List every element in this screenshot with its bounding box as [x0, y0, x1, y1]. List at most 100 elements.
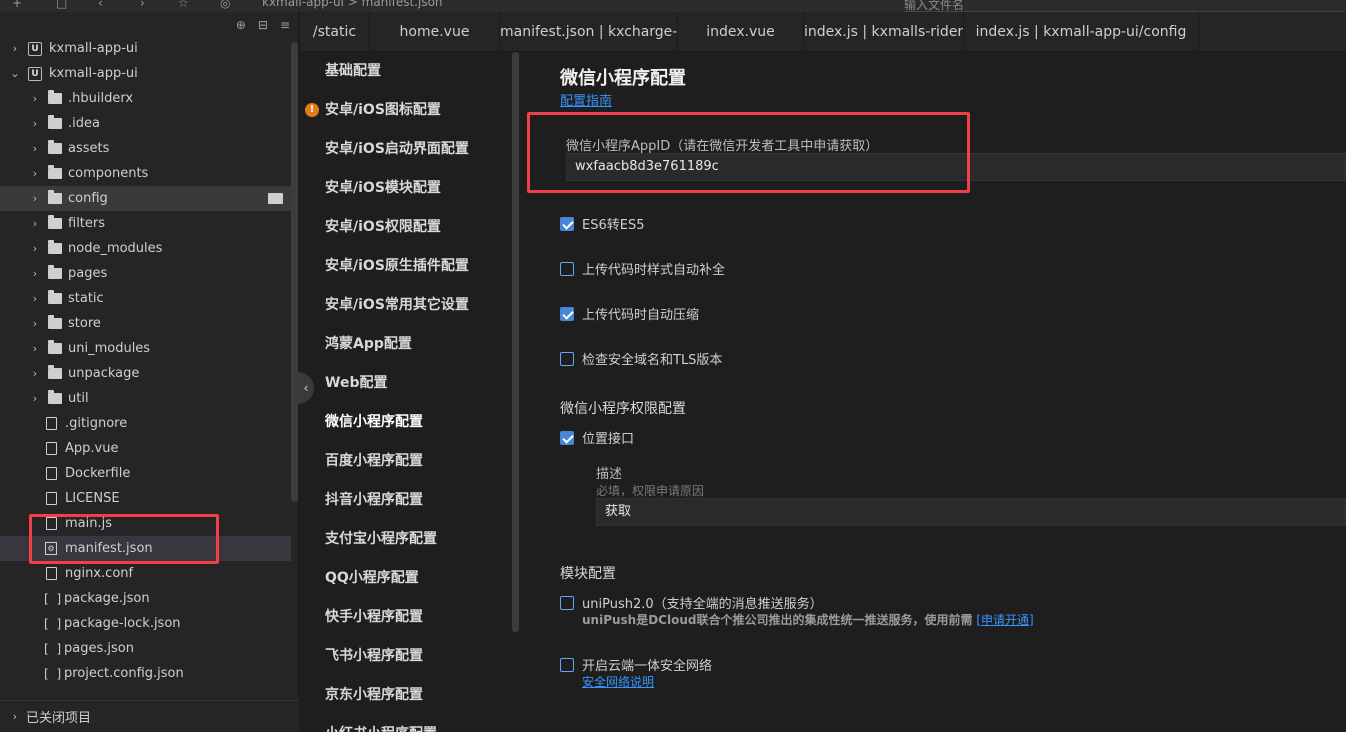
description-input[interactable]: 获取 [596, 498, 1346, 526]
tree-folder[interactable]: › util [0, 386, 291, 411]
tree-project[interactable]: › Ukxmall-app-ui [0, 36, 291, 61]
secure-network-link[interactable]: 安全网络说明 [582, 673, 654, 690]
postcss-checkbox[interactable] [560, 261, 574, 276]
settings-nav-item[interactable]: 抖音小程序配置 [300, 481, 520, 520]
run-icon[interactable]: ◎ [220, 0, 230, 10]
unipush-checkbox[interactable] [560, 595, 574, 610]
editor-tab[interactable]: /static [300, 12, 370, 52]
chevron-down-icon[interactable]: ⌄ [8, 67, 22, 80]
settings-nav-item[interactable]: Web配置 [300, 364, 520, 403]
settings-nav-label: 安卓/iOS权限配置 [325, 219, 441, 235]
editor-tab[interactable]: index.js | kxmall-app-ui/config [964, 12, 1199, 52]
chevron-right-icon[interactable]: › [28, 292, 42, 305]
tree-folder[interactable]: › static [0, 286, 291, 311]
tree-project[interactable]: ⌄ Ukxmall-app-ui [0, 61, 291, 86]
settings-nav-item[interactable]: 快手小程序配置 [300, 598, 520, 637]
forward-icon[interactable]: › [140, 0, 145, 10]
tree-file[interactable]: [ ] pages.json [0, 636, 291, 661]
settings-nav-item[interactable]: 安卓/iOS常用其它设置 [300, 286, 520, 325]
settings-nav-item[interactable]: 百度小程序配置 [300, 442, 520, 481]
tree-file[interactable]: [ ] project.config.json [0, 661, 291, 686]
tree-folder[interactable]: › uni_modules [0, 336, 291, 361]
tree-folder[interactable]: › node_modules [0, 236, 291, 261]
back-icon[interactable]: ‹ [98, 0, 103, 10]
option-secure-network[interactable]: 开启云端一体安全网络 [560, 655, 712, 674]
tree-item-label: package.json [64, 591, 150, 606]
settings-nav-item[interactable]: 安卓/iOS权限配置 [300, 208, 520, 247]
tree-file[interactable]: LICENSE [0, 486, 291, 511]
settings-nav-item[interactable]: 京东小程序配置 [300, 676, 520, 715]
unipush-apply-link[interactable]: [申请开通] [976, 613, 1033, 627]
option-minify[interactable]: 上传代码时自动压缩 [560, 304, 699, 323]
tree-folder[interactable]: › assets [0, 136, 291, 161]
settings-nav-scrollbar[interactable] [512, 52, 519, 632]
file-search-input[interactable]: 输入文件名 [904, 0, 1344, 12]
chevron-right-icon[interactable]: › [28, 392, 42, 405]
es6-checkbox[interactable] [560, 216, 574, 231]
option-location[interactable]: 位置接口 [560, 428, 634, 447]
new-file-icon[interactable]: + [12, 0, 22, 10]
settings-nav-item[interactable]: ! 安卓/iOS图标配置 [300, 91, 520, 130]
tree-folder[interactable]: › pages [0, 261, 291, 286]
check-domain-checkbox[interactable] [560, 351, 574, 366]
closed-projects[interactable]: › 已关闭项目 [0, 700, 299, 732]
settings-nav-item[interactable]: 安卓/iOS原生插件配置 [300, 247, 520, 286]
tree-file[interactable]: [ ] package-lock.json [0, 611, 291, 636]
tree-folder[interactable]: › store [0, 311, 291, 336]
chevron-right-icon[interactable]: › [28, 167, 42, 180]
tree-file[interactable]: nginx.conf [0, 561, 291, 586]
settings-nav-item[interactable]: 安卓/iOS模块配置 [300, 169, 520, 208]
settings-nav-item[interactable]: 支付宝小程序配置 [300, 520, 520, 559]
tree-folder[interactable]: › filters [0, 211, 291, 236]
menu-icon[interactable]: ≡ [280, 18, 290, 32]
location-checkbox[interactable] [560, 430, 574, 445]
editor-tab[interactable]: home.vue [370, 12, 500, 52]
collapse-all-icon[interactable]: ⊟ [258, 18, 268, 32]
tree-file[interactable]: App.vue [0, 436, 291, 461]
option-unipush[interactable]: uniPush2.0（支持全端的消息推送服务） [560, 593, 823, 612]
open-folder-icon[interactable] [268, 193, 283, 204]
settings-nav-item[interactable]: 鸿蒙App配置 [300, 325, 520, 364]
save-icon[interactable]: □ [56, 0, 67, 10]
settings-nav-item[interactable]: QQ小程序配置 [300, 559, 520, 598]
settings-nav-item[interactable]: 小红书小程序配置 [300, 715, 520, 732]
chevron-right-icon[interactable]: › [28, 242, 42, 255]
tree-folder[interactable]: › .hbuilderx [0, 86, 291, 111]
editor-tab[interactable]: index.js | kxmalls-rider-ui/config [804, 12, 964, 52]
tree-folder[interactable]: › components [0, 161, 291, 186]
chevron-right-icon[interactable]: › [28, 142, 42, 155]
tree-folder[interactable]: › unpackage [0, 361, 291, 386]
locate-icon[interactable]: ⊕ [236, 18, 246, 32]
settings-nav-item[interactable]: 安卓/iOS启动界面配置 [300, 130, 520, 169]
tree-file[interactable]: .gitignore [0, 411, 291, 436]
chevron-right-icon[interactable]: › [28, 267, 42, 280]
editor-tab[interactable]: index.vue [678, 12, 804, 52]
settings-nav-label: 飞书小程序配置 [325, 648, 423, 664]
chevron-right-icon[interactable]: › [8, 42, 22, 55]
explorer-scrollbar[interactable] [291, 42, 298, 502]
settings-nav-item[interactable]: 微信小程序配置 [300, 403, 520, 442]
editor-tab[interactable]: manifest.json | kxcharge-uniapp [500, 12, 678, 52]
description-label: 描述 [596, 467, 623, 482]
chevron-right-icon[interactable]: › [28, 192, 42, 205]
tree-file[interactable]: Dockerfile [0, 461, 291, 486]
tree-file[interactable]: [ ] package.json [0, 586, 291, 611]
option-postcss[interactable]: 上传代码时样式自动补全 [560, 259, 725, 278]
secure-network-checkbox[interactable] [560, 657, 574, 672]
chevron-right-icon[interactable]: › [28, 117, 42, 130]
settings-nav-item[interactable]: 飞书小程序配置 [300, 637, 520, 676]
option-check-domain[interactable]: 检查安全域名和TLS版本 [560, 349, 722, 368]
chevron-right-icon[interactable]: › [28, 92, 42, 105]
chevron-right-icon[interactable]: › [28, 317, 42, 330]
breadcrumb[interactable]: kxmall-app-ui > manifest.json [262, 0, 443, 9]
config-guide-link[interactable]: 配置指南 [560, 90, 612, 109]
chevron-right-icon[interactable]: › [28, 342, 42, 355]
chevron-right-icon[interactable]: › [28, 367, 42, 380]
option-es6[interactable]: ES6转ES5 [560, 214, 644, 233]
settings-nav-item[interactable]: 基础配置 [300, 52, 520, 91]
chevron-right-icon[interactable]: › [28, 217, 42, 230]
tree-folder[interactable]: › config [0, 186, 291, 211]
minify-checkbox[interactable] [560, 306, 574, 321]
star-icon[interactable]: ☆ [178, 0, 189, 10]
tree-folder[interactable]: › .idea [0, 111, 291, 136]
